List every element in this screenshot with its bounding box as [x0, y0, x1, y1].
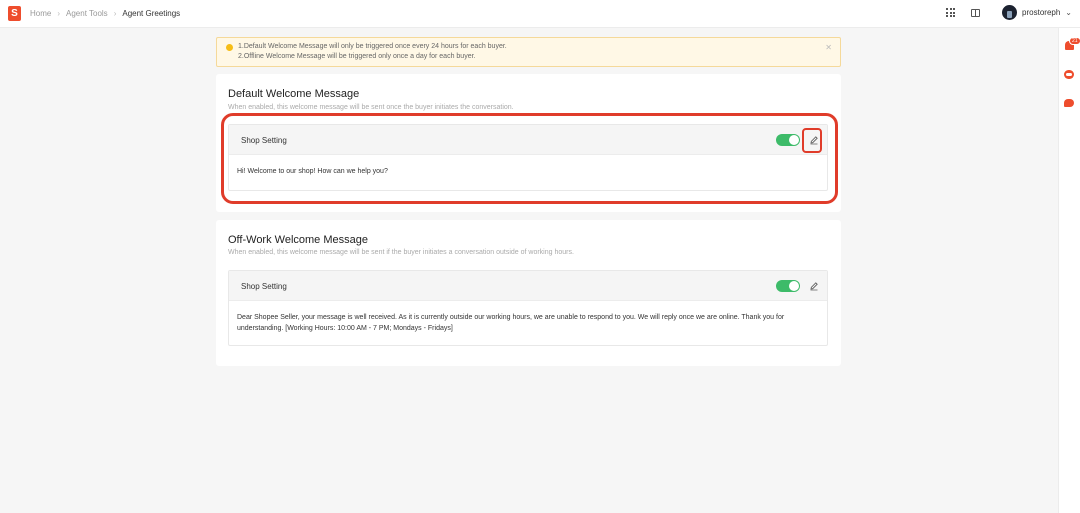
- breadcrumb-agent-tools[interactable]: Agent Tools: [66, 9, 108, 18]
- welcome-message-text: Dear Shopee Seller, your message is well…: [237, 314, 785, 332]
- breadcrumb: Home › Agent Tools › Agent Greetings: [30, 9, 180, 18]
- section-description: When enabled, this welcome message will …: [228, 104, 514, 111]
- enable-toggle[interactable]: [776, 280, 800, 292]
- highlight-setting-box: [221, 113, 838, 204]
- shop-setting-panel: Shop Setting Dear Shopee Seller, your me…: [228, 270, 828, 346]
- notice-line-1: 1.Default Welcome Message will only be t…: [238, 43, 507, 50]
- avatar[interactable]: [1002, 5, 1018, 20]
- chevron-down-icon[interactable]: ⌄: [1065, 8, 1072, 17]
- section-description: When enabled, this welcome message will …: [228, 249, 574, 256]
- right-rail: 21: [1058, 28, 1080, 513]
- shopee-logo[interactable]: S: [8, 6, 21, 21]
- edit-pencil-icon[interactable]: [809, 281, 819, 291]
- highlight-edit-button: [802, 128, 822, 153]
- section-title: Off-Work Welcome Message: [228, 234, 368, 246]
- off-work-welcome-card: Off-Work Welcome Message When enabled, t…: [216, 220, 841, 366]
- top-bar: S Home › Agent Tools › Agent Greetings p…: [0, 0, 1080, 28]
- chat-icon[interactable]: [1064, 99, 1075, 110]
- info-icon: [226, 44, 233, 51]
- notice-line-2: 2.Offline Welcome Message will be trigge…: [238, 53, 476, 60]
- breadcrumb-current: Agent Greetings: [122, 9, 181, 18]
- notification-bell-icon[interactable]: 21: [1064, 37, 1080, 52]
- chatbot-icon[interactable]: [1064, 70, 1075, 81]
- section-title: Default Welcome Message: [228, 88, 360, 100]
- apps-grid-icon[interactable]: [946, 8, 956, 17]
- chevron-right-icon: ›: [57, 9, 61, 18]
- close-icon[interactable]: ✕: [825, 43, 832, 52]
- username[interactable]: prostoreph: [1022, 8, 1060, 17]
- notification-badge: 21: [1069, 37, 1080, 45]
- breadcrumb-home[interactable]: Home: [30, 9, 51, 18]
- book-icon[interactable]: [971, 8, 981, 17]
- chevron-right-icon: ›: [113, 9, 117, 18]
- setting-label: Shop Setting: [241, 282, 287, 291]
- info-notice: 1.Default Welcome Message will only be t…: [216, 37, 841, 67]
